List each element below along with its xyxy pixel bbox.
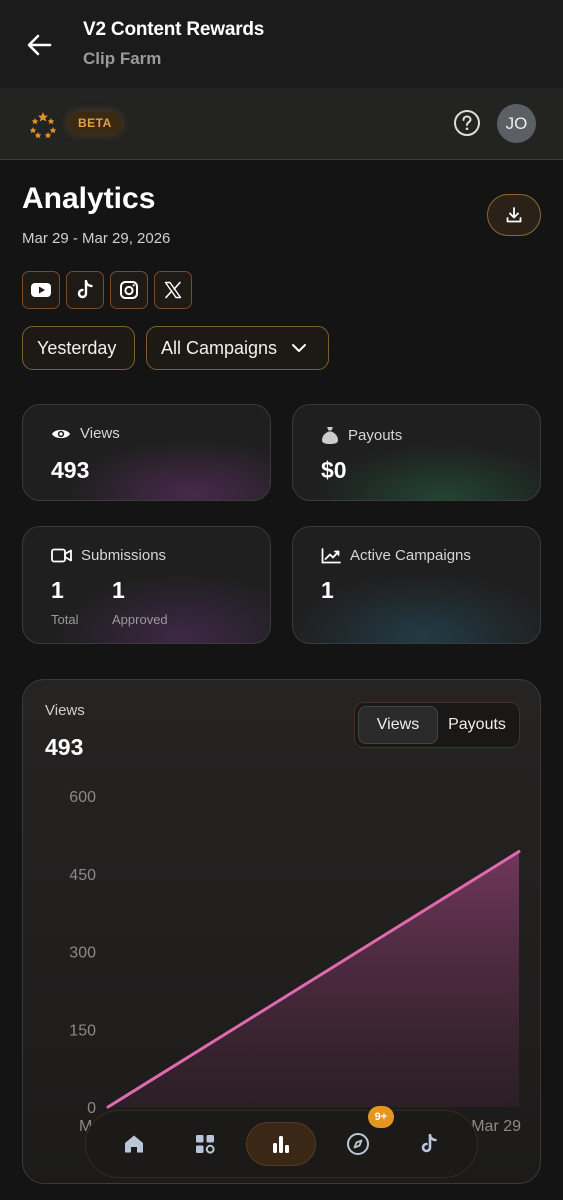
- youtube-icon: [31, 283, 51, 297]
- bottom-nav: 9+: [85, 1106, 478, 1178]
- views-card: Views 493: [22, 404, 271, 501]
- active-campaigns-card: Active Campaigns 1: [292, 526, 541, 644]
- payouts-card: Payouts $0: [292, 404, 541, 501]
- avatar[interactable]: JO: [497, 104, 536, 143]
- y-tick-label: 450: [69, 867, 96, 884]
- app-header: V2 Content Rewards Clip Farm: [0, 0, 563, 88]
- trend-up-icon: [321, 547, 341, 563]
- submissions-approved-label: Approved: [112, 612, 168, 627]
- active-campaigns-label: Active Campaigns: [350, 547, 471, 564]
- compass-icon: [346, 1133, 369, 1155]
- submissions-total-value: 1: [51, 577, 64, 603]
- back-button[interactable]: [22, 28, 56, 62]
- video-camera-icon: [51, 548, 72, 563]
- money-bag-icon: [322, 427, 338, 444]
- period-select[interactable]: Yesterday: [22, 326, 135, 370]
- views-value: 493: [51, 457, 90, 483]
- submissions-approved-value: 1: [112, 577, 125, 603]
- date-range: Mar 29 - Mar 29, 2026: [22, 230, 171, 247]
- apps-icon: [196, 1135, 215, 1154]
- views-area-chart: 6004503001500 M Mar 29: [69, 789, 521, 1135]
- beta-badge: BETA: [68, 112, 122, 134]
- views-chart-card: Views 493 Views Payouts 600 450 300 150 0 MM…: [22, 679, 541, 1184]
- stars-logo-icon: [29, 112, 57, 139]
- x-icon: [164, 281, 182, 299]
- payouts-value: $0: [321, 457, 347, 483]
- platform-youtube[interactable]: [22, 271, 60, 309]
- y-tick-label: 600: [69, 789, 96, 806]
- bar-chart-icon: [273, 1136, 290, 1153]
- campaign-select-label: All Campaigns: [161, 337, 278, 358]
- platform-x[interactable]: [154, 271, 192, 309]
- platform-filters: [22, 271, 192, 309]
- eye-icon: [52, 429, 70, 438]
- nav-apps[interactable]: [175, 1122, 235, 1166]
- y-tick-label: 0: [87, 1100, 96, 1117]
- nav-analytics[interactable]: [246, 1122, 317, 1166]
- home-icon: [124, 1135, 143, 1153]
- payouts-label: Payouts: [348, 426, 403, 444]
- platform-tiktok[interactable]: [66, 271, 104, 309]
- tiktok-icon: [77, 280, 93, 299]
- question-circle-icon[interactable]: [453, 109, 481, 137]
- submissions-card: Submissions 1 Total 1 Approved: [22, 526, 271, 644]
- nav-home[interactable]: [104, 1122, 164, 1166]
- period-select-label: Yesterday: [37, 337, 117, 358]
- download-icon: [506, 207, 522, 223]
- x-tick-label: Mar 29: [471, 1118, 521, 1135]
- section-title: Analytics: [22, 182, 156, 215]
- campaign-select[interactable]: All Campaigns: [146, 326, 329, 370]
- brand-bar: BETA JO: [0, 88, 563, 160]
- page-title: V2 Content Rewards: [83, 19, 265, 40]
- notification-badge: 9+: [367, 1106, 394, 1128]
- instagram-icon: [120, 281, 138, 299]
- download-button[interactable]: [487, 194, 541, 236]
- platform-instagram[interactable]: [110, 271, 148, 309]
- submissions-label: Submissions: [81, 547, 167, 564]
- chevron-down-icon: [292, 344, 307, 352]
- submissions-total-label: Total: [51, 612, 79, 627]
- nav-tiktok[interactable]: [399, 1122, 459, 1166]
- arrow-left-icon: [27, 34, 52, 56]
- y-tick-label: 150: [69, 1022, 96, 1039]
- y-tick-label: 300: [69, 945, 96, 962]
- page-subtitle: Clip Farm: [83, 49, 162, 68]
- views-label: Views: [80, 425, 120, 442]
- tiktok-icon: [421, 1134, 438, 1153]
- active-campaigns-value: 1: [321, 577, 334, 603]
- nav-explore[interactable]: 9+: [328, 1106, 394, 1166]
